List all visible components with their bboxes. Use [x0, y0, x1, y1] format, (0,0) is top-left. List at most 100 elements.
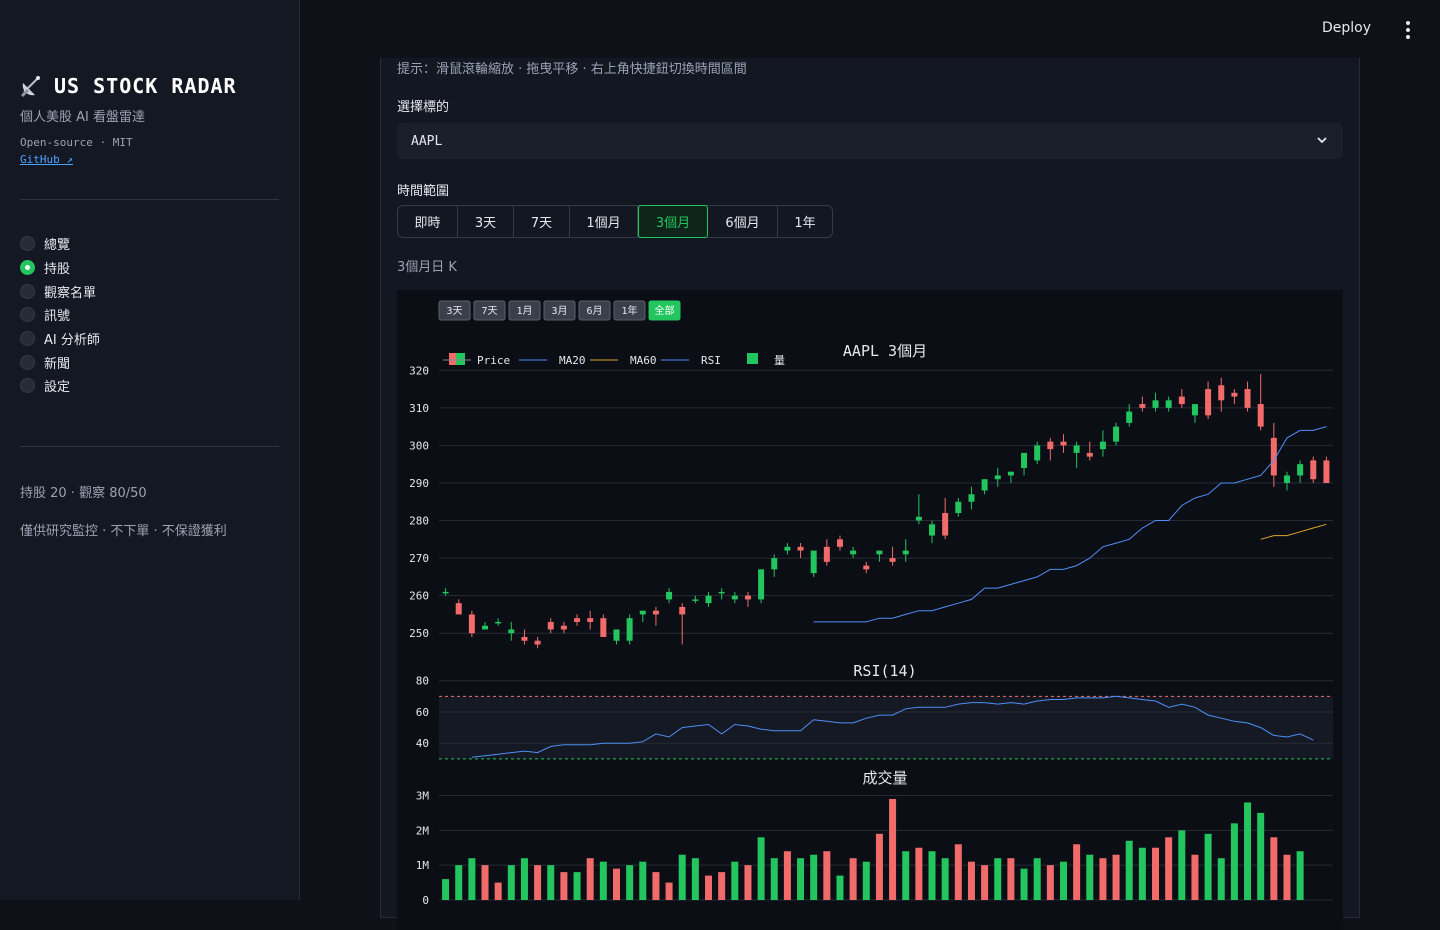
volume-bar: [1257, 812, 1265, 900]
radio-icon[interactable]: [20, 307, 35, 323]
radio-icon[interactable]: [20, 283, 35, 299]
chart-svg[interactable]: 3天 7天 1月 3月 6月 1年 全部 250 260 270 280 290 300 310 320 AA…: [397, 290, 1343, 930]
candle: [547, 621, 554, 630]
volume-bar: [455, 865, 463, 900]
rsi-tick-label: 80: [416, 675, 429, 688]
range-option-3[interactable]: 1個月: [570, 206, 638, 237]
volume-bar: [718, 872, 726, 900]
deploy-button[interactable]: Deploy: [1322, 20, 1371, 36]
volume-bar: [481, 865, 489, 900]
volume-bar: [731, 861, 739, 900]
candle: [639, 610, 646, 615]
ticker-value: AAPL: [411, 133, 443, 149]
volume-bar: [705, 875, 713, 900]
candle: [1099, 441, 1106, 450]
volume-bar: [1204, 833, 1212, 900]
volume-bar: [1007, 858, 1015, 900]
nav-item-0[interactable]: 總覽: [20, 232, 100, 256]
price-tick-label: 280: [409, 515, 429, 528]
candle: [823, 546, 830, 562]
nav-item-1[interactable]: 持股: [20, 256, 100, 280]
candle: [442, 591, 449, 594]
range-option-2[interactable]: 7天: [514, 206, 570, 237]
nav-item-6[interactable]: 設定: [20, 374, 100, 398]
more-menu-icon[interactable]: [1400, 18, 1416, 42]
candle: [1257, 404, 1264, 427]
candle: [744, 595, 751, 600]
range-button-label: 3天: [446, 306, 462, 317]
volume-title: 成交量: [862, 769, 907, 787]
radio-icon[interactable]: [20, 331, 35, 347]
volume-bar: [744, 865, 752, 900]
candle: [981, 479, 988, 491]
candle: [771, 558, 778, 570]
volume-bar: [534, 865, 542, 900]
candle: [1086, 452, 1093, 457]
app-subtitle: 個人美股 AI 看盤雷達: [20, 110, 145, 125]
candle: [587, 618, 594, 622]
candle: [560, 625, 567, 630]
volume-bar: [954, 844, 962, 900]
volume-bar: [1099, 858, 1107, 900]
ticker-select[interactable]: AAPL: [397, 123, 1343, 159]
price-chart[interactable]: 3天 7天 1月 3月 6月 1年 全部 250 260 270 280 290 300 310 320 AA…: [397, 290, 1343, 930]
range-option-0[interactable]: 即時: [398, 206, 458, 237]
range-option-6[interactable]: 1年: [778, 206, 832, 237]
candle: [613, 629, 620, 641]
candle: [797, 546, 804, 551]
nav-item-4[interactable]: AI 分析師: [20, 327, 100, 351]
volume-bar: [928, 851, 936, 900]
volume-bar: [1217, 858, 1225, 900]
price-tick-label: 270: [409, 552, 429, 565]
candle: [942, 513, 949, 536]
radio-icon[interactable]: [20, 354, 35, 370]
range-option-1[interactable]: 3天: [458, 206, 514, 237]
volume-bar: [862, 861, 870, 900]
volume-bar: [823, 851, 831, 900]
sidebar-divider: [20, 446, 279, 447]
nav-item-label: 持股: [44, 262, 71, 278]
candle: [1244, 389, 1251, 408]
github-link[interactable]: GitHub ↗: [20, 153, 73, 166]
volume-bar: [626, 865, 634, 900]
nav-item-label: 設定: [44, 380, 71, 396]
volume-bar: [678, 854, 686, 900]
price-tick-label: 300: [409, 439, 429, 452]
volume-bar: [1178, 830, 1186, 900]
candle: [1152, 400, 1159, 408]
nav-item-2[interactable]: 觀察名單: [20, 279, 100, 303]
ticker-label: 選擇標的: [397, 100, 450, 115]
volume-bar: [1138, 847, 1146, 900]
legend-swatch: [747, 353, 758, 364]
volume-bar: [849, 858, 857, 900]
volume-bar: [783, 851, 791, 900]
candle: [1060, 441, 1067, 446]
range-button-label: 1年: [621, 304, 637, 317]
candle: [718, 591, 725, 594]
candle: [1047, 441, 1054, 450]
radio-icon[interactable]: [20, 236, 35, 252]
candle: [1113, 426, 1120, 442]
range-option-5[interactable]: 6個月: [708, 206, 778, 237]
nav-item-5[interactable]: 新聞: [20, 350, 100, 374]
range-option-4[interactable]: 3個月: [638, 205, 708, 238]
price-tick-label: 310: [409, 402, 429, 415]
volume-bar: [1112, 854, 1120, 900]
radio-icon[interactable]: [20, 378, 35, 394]
sidebar: US STOCK RADAR 個人美股 AI 看盤雷達 Open-source …: [0, 0, 300, 900]
candle: [455, 603, 462, 615]
nav-item-3[interactable]: 訊號: [20, 303, 100, 327]
volume-bar: [1191, 854, 1199, 900]
candle: [1139, 404, 1146, 408]
volume-bar: [1059, 861, 1067, 900]
volume-bar: [875, 833, 883, 900]
volume-bar: [757, 837, 765, 900]
volume-bar: [915, 847, 923, 900]
radio-icon[interactable]: [20, 260, 35, 276]
volume-bar: [665, 882, 673, 900]
volume-tick-label: 1M: [416, 859, 430, 872]
portfolio-stats: 持股 20 · 觀察 80/50: [20, 486, 147, 501]
price-tick-label: 250: [409, 627, 429, 640]
main-panel: 提示：滑鼠滾輪縮放 · 拖曳平移 · 右上角快捷鈕切換時間區間 選擇標的 AAP…: [380, 58, 1360, 930]
range-label: 時間範圍: [397, 184, 450, 199]
